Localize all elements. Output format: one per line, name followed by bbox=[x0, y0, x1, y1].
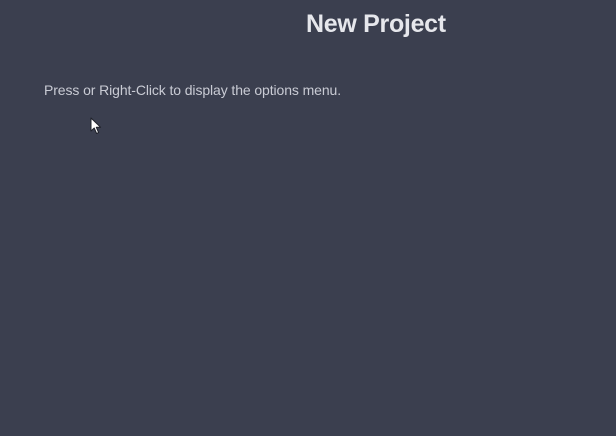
project-title: New Project bbox=[306, 10, 446, 38]
arrow-cursor-icon bbox=[90, 117, 102, 134]
project-canvas[interactable]: New Project Press or Right-Click to disp… bbox=[0, 0, 616, 436]
options-menu-hint: Press or Right-Click to display the opti… bbox=[44, 82, 342, 98]
